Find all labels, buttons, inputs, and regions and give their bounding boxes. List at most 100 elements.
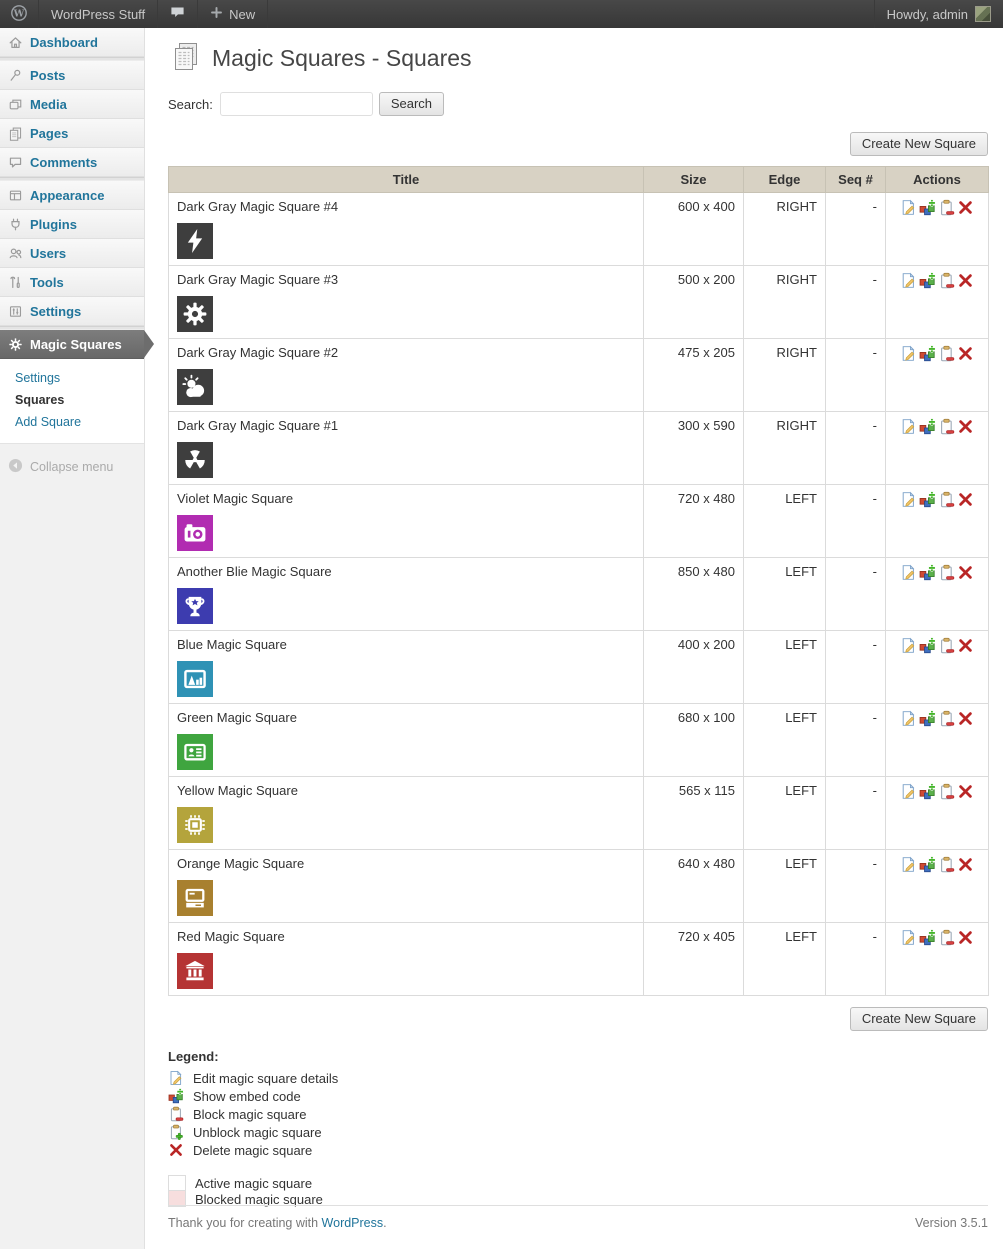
new-content-menu[interactable]: New <box>198 0 269 28</box>
sidebar-item-users[interactable]: Users <box>0 239 144 268</box>
edit-action-icon[interactable] <box>900 564 917 584</box>
embed-action-icon[interactable] <box>919 418 936 438</box>
square-title: Orange Magic Square <box>177 856 305 871</box>
comments-shortcut[interactable] <box>158 0 199 28</box>
embed-action-icon[interactable] <box>919 783 936 803</box>
block-action-icon[interactable] <box>938 418 955 438</box>
delete-icon <box>168 1142 184 1158</box>
sidebar-item-appearance[interactable]: Appearance <box>0 181 144 210</box>
plugins-icon <box>8 217 23 232</box>
search-input[interactable] <box>219 92 373 116</box>
delete-action-icon[interactable] <box>957 710 974 730</box>
square-title: Dark Gray Magic Square #4 <box>177 199 339 214</box>
create-new-square-button-top[interactable]: Create New Square <box>849 132 988 156</box>
comment-bubble-icon <box>170 5 185 23</box>
collapse-menu-button[interactable]: Collapse menu <box>0 444 144 476</box>
edit-action-icon[interactable] <box>900 783 917 803</box>
edit-action-icon[interactable] <box>900 272 917 292</box>
square-size: 600 x 400 <box>643 192 744 266</box>
delete-action-icon[interactable] <box>957 491 974 511</box>
edit-action-icon[interactable] <box>900 491 917 511</box>
square-edge: LEFT <box>743 703 826 777</box>
embed-action-icon[interactable] <box>919 637 936 657</box>
create-new-square-button-bottom[interactable]: Create New Square <box>849 1007 988 1031</box>
site-name-menu[interactable]: WordPress Stuff <box>39 0 159 28</box>
swatch-color <box>168 1175 186 1191</box>
delete-action-icon[interactable] <box>957 929 974 949</box>
sidebar-item-dashboard[interactable]: Dashboard <box>0 28 144 57</box>
embed-action-icon[interactable] <box>919 710 936 730</box>
embed-action-icon[interactable] <box>919 345 936 365</box>
block-action-icon[interactable] <box>938 710 955 730</box>
embed-action-icon[interactable] <box>919 856 936 876</box>
pages-icon <box>170 41 202 76</box>
square-size: 850 x 480 <box>643 557 744 631</box>
embed-action-icon[interactable] <box>919 272 936 292</box>
delete-action-icon[interactable] <box>957 783 974 803</box>
block-action-icon[interactable] <box>938 199 955 219</box>
weather-icon <box>177 369 213 405</box>
delete-action-icon[interactable] <box>957 199 974 219</box>
submenu-item-squares[interactable]: Squares <box>0 389 144 411</box>
block-action-icon[interactable] <box>938 491 955 511</box>
square-edge: LEFT <box>743 557 826 631</box>
square-seq: - <box>825 484 886 558</box>
edit-action-icon[interactable] <box>900 345 917 365</box>
sidebar-item-tools[interactable]: Tools <box>0 268 144 297</box>
block-action-icon[interactable] <box>938 272 955 292</box>
edit-action-icon[interactable] <box>900 929 917 949</box>
edit-action-icon[interactable] <box>900 856 917 876</box>
edit-action-icon[interactable] <box>900 418 917 438</box>
sidebar-item-settings[interactable]: Settings <box>0 297 144 326</box>
block-action-icon[interactable] <box>938 856 955 876</box>
table-row: Green Magic Square 680 x 100 LEFT - <box>168 703 989 777</box>
block-action-icon[interactable] <box>938 929 955 949</box>
delete-action-icon[interactable] <box>957 856 974 876</box>
sidebar-item-posts[interactable]: Posts <box>0 61 144 90</box>
footer: Thank you for creating with WordPress. V… <box>168 1205 988 1249</box>
wordpress-logo-menu[interactable]: W <box>0 0 39 28</box>
edit-action-icon[interactable] <box>900 710 917 730</box>
block-action-icon[interactable] <box>938 564 955 584</box>
tools-icon <box>8 275 23 290</box>
edit-action-icon[interactable] <box>900 637 917 657</box>
submenu-item-add-square[interactable]: Add Square <box>0 411 144 433</box>
embed-action-icon[interactable] <box>919 564 936 584</box>
search-button[interactable]: Search <box>378 92 445 116</box>
sidebar-item-pages[interactable]: Pages <box>0 119 144 148</box>
delete-action-icon[interactable] <box>957 637 974 657</box>
block-action-icon[interactable] <box>938 637 955 657</box>
edit-action-icon[interactable] <box>900 199 917 219</box>
embed-icon <box>168 1088 184 1104</box>
account-menu[interactable]: Howdy, admin <box>873 0 1003 28</box>
block-icon <box>168 1106 184 1122</box>
chart-icon <box>177 661 213 697</box>
embed-action-icon[interactable] <box>919 929 936 949</box>
legend-items: Edit magic square details Show embed code… <box>168 1069 988 1159</box>
embed-action-icon[interactable] <box>919 199 936 219</box>
delete-action-icon[interactable] <box>957 345 974 365</box>
block-action-icon[interactable] <box>938 345 955 365</box>
media-icon <box>8 97 23 112</box>
square-seq: - <box>825 557 886 631</box>
square-seq: - <box>825 630 886 704</box>
delete-action-icon[interactable] <box>957 418 974 438</box>
main-content: Magic Squares - Squares Search: Search C… <box>146 28 1003 1249</box>
collapse-arrow-icon <box>8 458 23 476</box>
square-title: Dark Gray Magic Square #1 <box>177 418 339 433</box>
sidebar-item-comments[interactable]: Comments <box>0 148 144 177</box>
square-actions <box>885 557 989 631</box>
wordpress-link[interactable]: WordPress <box>322 1216 384 1230</box>
sidebar-item-media[interactable]: Media <box>0 90 144 119</box>
embed-action-icon[interactable] <box>919 491 936 511</box>
block-action-icon[interactable] <box>938 783 955 803</box>
legend-item: Edit magic square details <box>168 1069 988 1087</box>
delete-action-icon[interactable] <box>957 564 974 584</box>
square-actions <box>885 630 989 704</box>
square-seq: - <box>825 338 886 412</box>
sidebar-item-magic-squares[interactable]: Magic Squares <box>0 330 154 359</box>
sidebar-item-plugins[interactable]: Plugins <box>0 210 144 239</box>
delete-action-icon[interactable] <box>957 272 974 292</box>
comments-icon <box>8 155 23 170</box>
submenu-item-settings[interactable]: Settings <box>0 367 144 389</box>
